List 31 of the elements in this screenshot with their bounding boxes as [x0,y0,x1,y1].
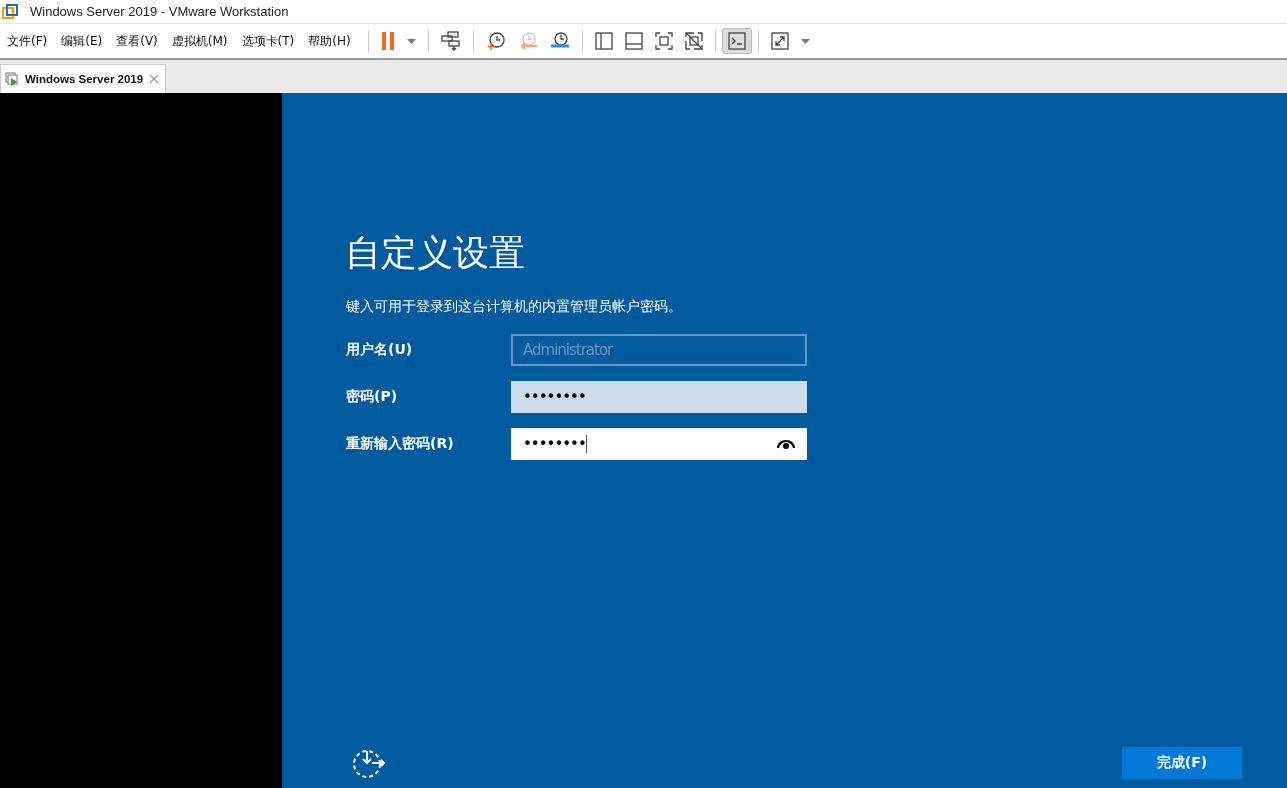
pause-icon[interactable] [380,32,395,50]
window-title: Windows Server 2019 - VMware Workstation [30,4,289,19]
expand-icon[interactable] [770,32,789,50]
password-field[interactable]: •••••••• [511,428,807,461]
fullscreen-icon[interactable] [654,32,673,50]
menu-item[interactable]: 文件(F) [4,32,51,50]
crossed-window-icon[interactable] [684,32,703,50]
menu-item[interactable]: 选项卡(T) [238,32,298,50]
bottom-panel-icon[interactable] [624,32,643,50]
accessibility-icon[interactable] [352,747,386,779]
caret-icon[interactable] [406,38,416,44]
clock-plus-icon[interactable] [485,31,506,51]
close-icon[interactable] [149,74,160,84]
setup-description: 键入可用于登录到这台计算机的内置管理员帐户密码。 [346,298,683,317]
eye-icon[interactable] [777,439,795,450]
caret-icon[interactable] [800,38,810,44]
field-label: 用户名(U) [345,341,414,360]
sidebar-layout-icon[interactable] [594,32,613,50]
menu-item[interactable]: 查看(V) [113,32,161,50]
vm-play-icon [5,72,19,86]
field-label: 密码(P) [345,388,399,407]
vm-tab[interactable]: Windows Server 2019 [0,64,167,93]
setup-title: 自定义设置 [345,231,526,275]
app-logo-icon [2,3,18,20]
terminal-icon[interactable] [727,32,746,50]
field-label: 重新输入密码(R) [345,435,455,454]
menu-item[interactable]: 编辑(E) [58,32,106,50]
menu-item[interactable]: 帮助(H) [305,32,354,50]
menu-item[interactable]: 虚拟机(M) [168,32,231,50]
password-field[interactable]: •••••••• [511,381,807,414]
finish-button[interactable]: 完成(F) [1122,747,1242,779]
